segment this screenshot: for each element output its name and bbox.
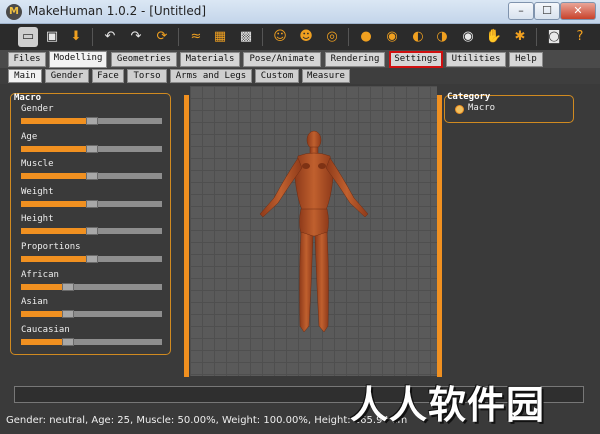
subtab-arms-and-legs[interactable]: Arms and Legs [170, 69, 252, 83]
slider-fill [21, 256, 92, 262]
slider-handle[interactable] [86, 199, 98, 208]
redo-icon[interactable]: ↷ [126, 27, 146, 47]
tab-rendering[interactable]: Rendering [325, 52, 385, 67]
slider-label: Muscle [21, 159, 54, 170]
main-tab-bar: Files Modelling Geometries Materials Pos… [0, 50, 600, 68]
toolbar: ▭ ▣ ⬇ ↶ ↷ ⟳ ≈ ▦ ▩ ☺ ☻ ◎ ● ◉ ◐ ◑ ◉ ✋ ✱ ◙ … [0, 24, 600, 50]
slider-handle[interactable] [62, 337, 74, 346]
category-macro-radio[interactable] [455, 105, 464, 114]
slider-track[interactable] [21, 282, 162, 291]
checker-icon[interactable]: ▩ [236, 27, 256, 47]
human-model [259, 130, 369, 333]
pose-icon[interactable]: ✱ [510, 27, 530, 47]
new-icon[interactable]: ▭ [18, 27, 38, 47]
category-macro-label[interactable]: Macro [468, 103, 495, 113]
tab-materials[interactable]: Materials [180, 52, 240, 67]
subtab-measure[interactable]: Measure [302, 69, 350, 83]
status-bar: Gender: neutral, Age: 25, Muscle: 50.00%… [6, 415, 408, 426]
export-icon[interactable]: ⬇ [66, 27, 86, 47]
wireframe-icon[interactable]: ≈ [186, 27, 206, 47]
slider-track[interactable] [21, 199, 162, 208]
slider-fill [21, 338, 68, 345]
subtab-gender[interactable]: Gender [45, 69, 89, 83]
slider-fill [21, 283, 68, 290]
slider-label: Weight [21, 186, 54, 197]
slider-fill [21, 228, 92, 235]
left-scrollbar[interactable] [184, 95, 189, 377]
slider-track[interactable] [21, 144, 162, 153]
slider-handle[interactable] [86, 255, 98, 263]
reset-icon[interactable]: ⟳ [152, 27, 172, 47]
tab-geometries[interactable]: Geometries [111, 52, 177, 67]
tab-modelling[interactable]: Modelling [49, 51, 107, 68]
slider-track[interactable] [21, 255, 162, 263]
slider-fill [21, 118, 92, 124]
slider-fill [21, 311, 68, 318]
slider-label: African [21, 269, 59, 280]
slider-label: Height [21, 214, 54, 225]
slider-fill [21, 173, 92, 180]
slider-fill [21, 145, 92, 152]
tab-settings[interactable]: Settings [389, 51, 443, 68]
toolbar-separator [536, 28, 537, 46]
close-button[interactable]: ✕ [560, 2, 596, 20]
slider-fill [21, 200, 92, 207]
ear-icon[interactable]: ◑ [432, 27, 452, 47]
viewport-scrollbar[interactable] [437, 95, 442, 377]
subtab-main[interactable]: Main [8, 69, 42, 83]
sub-tab-bar: Main Gender Face Torso Arms and Legs Cus… [0, 68, 600, 84]
top-view-icon[interactable]: ◎ [322, 27, 342, 47]
slider-track[interactable] [21, 227, 162, 236]
hand-icon[interactable]: ✋ [484, 27, 504, 47]
slider-handle[interactable] [86, 144, 98, 153]
subtab-custom[interactable]: Custom [255, 69, 299, 83]
minimize-button[interactable]: – [508, 2, 534, 20]
toolbar-separator [92, 28, 93, 46]
toolbar-separator [178, 28, 179, 46]
tab-utilities[interactable]: Utilities [446, 52, 506, 67]
tab-pose-animate[interactable]: Pose/Animate [243, 52, 321, 67]
slider-track[interactable] [21, 117, 162, 125]
subtab-torso[interactable]: Torso [127, 69, 167, 83]
slider-handle[interactable] [86, 227, 98, 236]
toolbar-separator [348, 28, 349, 46]
maximize-button[interactable]: ☐ [534, 2, 560, 20]
category-title: Category [447, 92, 491, 102]
help-icon[interactable]: ? [570, 27, 590, 47]
slider-label: Caucasian [21, 324, 70, 335]
slider-handle[interactable] [62, 282, 74, 291]
slider-track[interactable] [21, 337, 162, 346]
slider-handle[interactable] [62, 310, 74, 319]
camera-icon[interactable]: ◙ [544, 27, 564, 47]
slider-label: Proportions [21, 242, 81, 252]
watermark: 人人软件园 [350, 383, 546, 427]
slider-handle[interactable] [86, 117, 98, 125]
slider-label: Asian [21, 297, 49, 308]
tab-files[interactable]: Files [8, 52, 46, 67]
slider-label: Age [21, 131, 38, 142]
subtab-face[interactable]: Face [92, 69, 124, 83]
mesh-icon[interactable]: ▦ [210, 27, 230, 47]
head-icon[interactable]: ● [356, 27, 376, 47]
face-icon[interactable]: ◉ [382, 27, 402, 47]
window-title: MakeHuman 1.0.2 - [Untitled] [28, 4, 207, 18]
front-view-icon[interactable]: ☺ [270, 27, 290, 47]
side-view-icon[interactable]: ☻ [296, 27, 316, 47]
title-bar: M MakeHuman 1.0.2 - [Untitled] – ☐ ✕ [0, 0, 600, 24]
save-icon[interactable]: ▣ [42, 27, 62, 47]
3d-viewport[interactable] [190, 86, 437, 376]
eye-icon[interactable]: ◉ [458, 27, 478, 47]
tab-help[interactable]: Help [509, 52, 543, 67]
macro-panel-title: Macro [14, 93, 42, 103]
app-icon: M [6, 4, 22, 20]
slider-label: Gender [21, 104, 54, 114]
toolbar-separator [262, 28, 263, 46]
slider-handle[interactable] [86, 172, 98, 181]
slider-track[interactable] [21, 310, 162, 319]
ear-icon[interactable]: ◐ [408, 27, 428, 47]
undo-icon[interactable]: ↶ [100, 27, 120, 47]
slider-track[interactable] [21, 172, 162, 181]
